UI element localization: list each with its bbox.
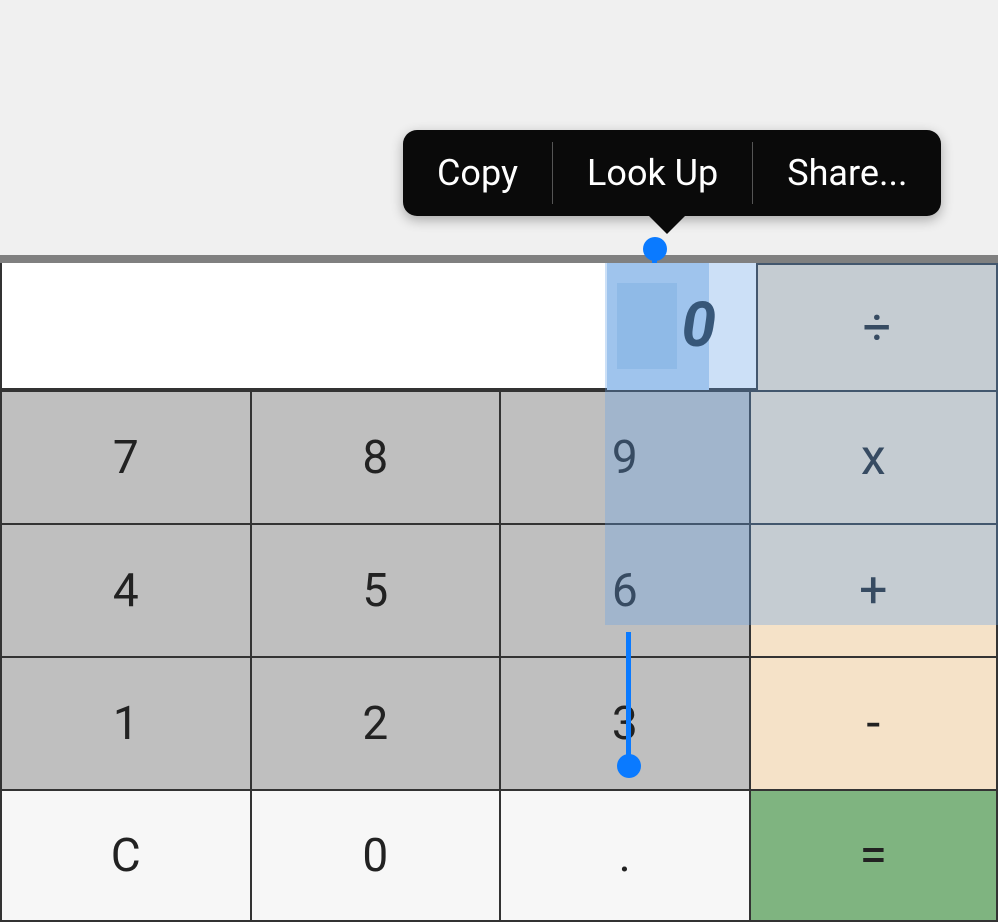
calculator-display[interactable]: 0: [0, 263, 756, 390]
key-9[interactable]: 9: [499, 390, 749, 523]
copy-menu-item[interactable]: Copy: [403, 130, 552, 216]
key-3[interactable]: 3: [499, 656, 749, 789]
keypad: 7 8 9 x 4 5 6 + 1 2 3 - C 0 . =: [0, 390, 998, 922]
equals-button[interactable]: =: [749, 789, 998, 922]
key-5[interactable]: 5: [250, 523, 500, 656]
menu-arrow-icon: [647, 214, 687, 234]
divide-button[interactable]: ÷: [756, 263, 998, 390]
key-0[interactable]: 0: [250, 789, 500, 922]
key-2[interactable]: 2: [250, 656, 500, 789]
decimal-button[interactable]: .: [499, 789, 749, 922]
display-value: 0: [681, 289, 716, 362]
key-1[interactable]: 1: [0, 656, 250, 789]
subtract-button[interactable]: -: [749, 656, 998, 789]
key-4[interactable]: 4: [0, 523, 250, 656]
key-7[interactable]: 7: [0, 390, 250, 523]
lookup-menu-item[interactable]: Look Up: [553, 130, 752, 216]
share-menu-item[interactable]: Share...: [753, 130, 941, 216]
top-area: [0, 0, 998, 255]
top-border: [0, 255, 998, 263]
selection-highlight-inner: [617, 283, 677, 369]
multiply-button[interactable]: x: [749, 390, 998, 523]
add-button[interactable]: +: [749, 523, 998, 656]
key-8[interactable]: 8: [250, 390, 500, 523]
key-6[interactable]: 6: [499, 523, 749, 656]
context-menu: Copy Look Up Share...: [403, 130, 941, 216]
display-row: 0 ÷: [0, 263, 998, 390]
clear-button[interactable]: C: [0, 789, 250, 922]
